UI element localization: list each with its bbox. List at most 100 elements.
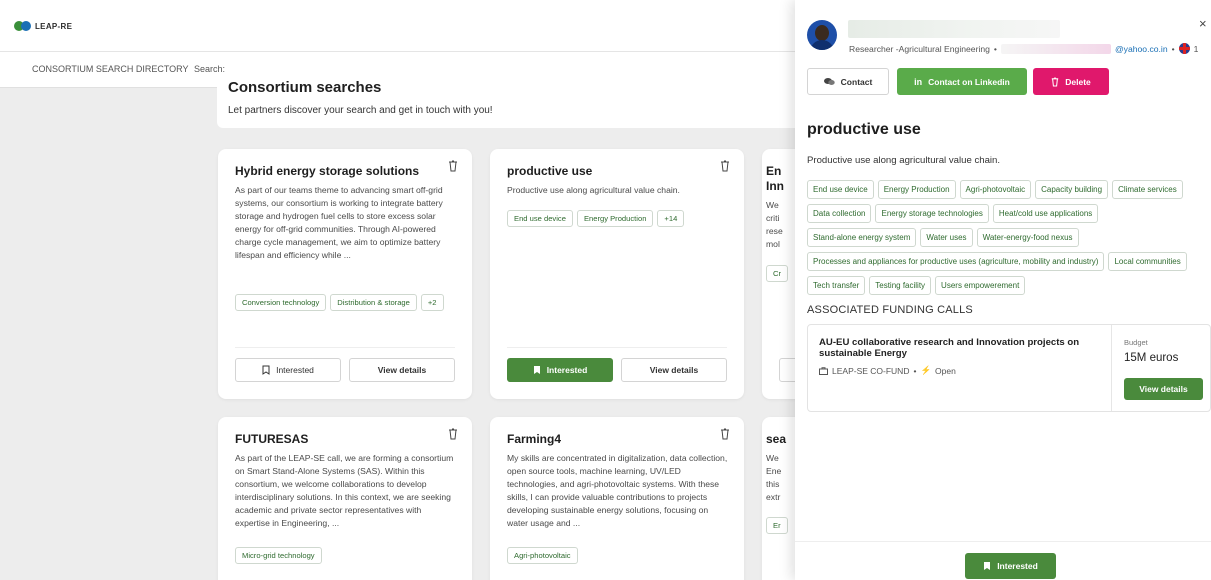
logo-text: LEAP-RE <box>35 21 73 31</box>
funding-meta: LEAP-SE CO-FUND • ⚡ Open <box>819 365 956 376</box>
language-count: 1 <box>1193 43 1199 54</box>
directory-title[interactable]: CONSORTIUM SEARCH DIRECTORY <box>32 64 189 74</box>
tag-list: Conversion technology Distribution & sto… <box>235 294 460 311</box>
linkedin-button[interactable]: in Contact on Linkedin <box>897 68 1027 95</box>
bullet: • <box>1171 43 1175 54</box>
trash-icon <box>1052 76 1059 87</box>
tag: Testing facility <box>869 276 932 295</box>
funding-call-card: AU-EU collaborative research and Innovat… <box>807 324 1211 412</box>
tag: Energy Production <box>877 180 956 199</box>
tag: End use device <box>507 210 573 227</box>
card-title[interactable]: En Inn <box>766 164 784 194</box>
funding-calls-heading: ASSOCIATED FUNDING CALLS <box>807 304 973 316</box>
card-description: As part of our teams theme to advancing … <box>235 185 443 260</box>
user-role: Researcher -Agricultural Engineering <box>849 43 990 54</box>
view-details-label: View details <box>649 365 699 375</box>
view-details-label: View details <box>377 365 427 375</box>
funding-view-details-button[interactable]: View details <box>1124 378 1203 400</box>
briefcase-icon <box>819 366 828 375</box>
tag: End use device <box>807 180 874 199</box>
tag: Data collection <box>807 204 872 223</box>
card-description: As part of the LEAP-SE call, we are form… <box>235 453 454 528</box>
contact-button[interactable]: Contact <box>807 68 889 95</box>
search-card: Farming4 My skills are concentrated in d… <box>490 417 744 580</box>
trash-icon[interactable] <box>720 160 730 172</box>
funding-title[interactable]: AU-EU collaborative research and Innovat… <box>819 337 1099 359</box>
card-title[interactable]: Hybrid energy storage solutions <box>235 164 419 178</box>
search-card: Hybrid energy storage solutions As part … <box>218 149 472 399</box>
contact-label: Contact <box>840 76 873 87</box>
delete-label: Delete <box>1065 76 1091 87</box>
user-meta: Researcher -Agricultural Engineering • @… <box>849 43 1198 54</box>
tag: Heat/cold use applications <box>992 204 1099 223</box>
card-description: Productive use along agricultural value … <box>507 185 680 195</box>
budget-value: 15M euros <box>1124 352 1179 364</box>
interested-button[interactable]: Interested <box>235 358 341 382</box>
tag: Capacity building <box>1035 180 1109 199</box>
chat-icon <box>823 78 835 85</box>
card-title[interactable]: productive use <box>507 164 592 178</box>
tag: Water uses <box>920 228 973 247</box>
view-details-button[interactable]: View details <box>349 358 455 382</box>
page-title: Consortium searches <box>228 79 382 96</box>
app-logo[interactable]: LEAP-RE <box>14 21 72 31</box>
user-email: @yahoo.co.in <box>1114 43 1168 54</box>
close-icon[interactable]: × <box>1199 16 1207 31</box>
bullet: • <box>993 43 997 54</box>
logo-icon <box>14 21 31 31</box>
intro-card: Consortium searches Let partners discove… <box>217 74 817 128</box>
view-details-button[interactable]: View details <box>621 358 727 382</box>
interested-label: Interested <box>997 561 1038 571</box>
avatar[interactable] <box>807 20 837 50</box>
search-label[interactable]: Search: <box>194 64 225 74</box>
tag: Er <box>766 517 788 534</box>
tag: Agri-photovoltaic <box>507 547 578 564</box>
trash-icon[interactable] <box>448 160 458 172</box>
card-title[interactable]: sea <box>766 432 786 446</box>
tag-more[interactable]: +2 <box>420 294 444 311</box>
card-title[interactable]: FUTURESAS <box>235 432 308 446</box>
tag: Cr <box>766 265 789 282</box>
tag: Micro-grid technology <box>235 547 322 564</box>
page-subtitle: Let partners discover your search and ge… <box>228 105 493 116</box>
detail-panel: Researcher -Agricultural Engineering • @… <box>795 0 1211 580</box>
tag: Agri-photovoltaic <box>959 180 1032 199</box>
delete-button[interactable]: Delete <box>1033 68 1109 95</box>
divider <box>1111 325 1112 411</box>
tag: Water-energy-food nexus <box>976 228 1079 247</box>
divider <box>795 541 1211 542</box>
funding-status: Open <box>935 365 956 376</box>
tag: Energy Production <box>576 210 654 227</box>
tag: Stand-alone energy system <box>807 228 917 247</box>
interested-label: Interested <box>276 365 314 375</box>
tag: Processes and appliances for productive … <box>807 252 1105 271</box>
divider <box>235 347 455 348</box>
tag-list: Agri-photovoltaic <box>507 547 732 564</box>
bolt-icon: ⚡ <box>920 365 932 375</box>
panel-description: Productive use along agricultural value … <box>807 155 1001 166</box>
tag: Local communities <box>1108 252 1187 271</box>
panel-title: productive use <box>807 121 921 138</box>
linkedin-icon: in <box>914 76 923 87</box>
panel-interested-button[interactable]: Interested <box>965 553 1056 579</box>
divider <box>507 347 727 348</box>
budget-label: Budget <box>1124 338 1148 347</box>
card-title[interactable]: Farming4 <box>507 432 561 446</box>
tag: Conversion technology <box>235 294 327 311</box>
search-card: FUTURESAS As part of the LEAP-SE call, w… <box>218 417 472 580</box>
bookmark-icon <box>984 562 991 570</box>
bookmark-icon <box>533 366 540 374</box>
trash-icon[interactable] <box>720 428 730 440</box>
email-redacted <box>1000 43 1111 54</box>
bullet: • <box>913 365 917 376</box>
card-description: My skills are concentrated in digitaliza… <box>507 453 728 528</box>
trash-icon[interactable] <box>448 428 458 440</box>
linkedin-label: Contact on Linkedin <box>928 76 1010 87</box>
panel-tag-list: End use device Energy Production Agri-ph… <box>807 180 1209 295</box>
tag-more[interactable]: +14 <box>657 210 685 227</box>
tag: Energy storage technologies <box>875 204 989 223</box>
tag-list: End use device Energy Production +14 <box>507 210 732 227</box>
tag: Tech transfer <box>807 276 866 295</box>
interested-button[interactable]: Interested <box>507 358 613 382</box>
tag-list: Micro-grid technology <box>235 547 460 564</box>
